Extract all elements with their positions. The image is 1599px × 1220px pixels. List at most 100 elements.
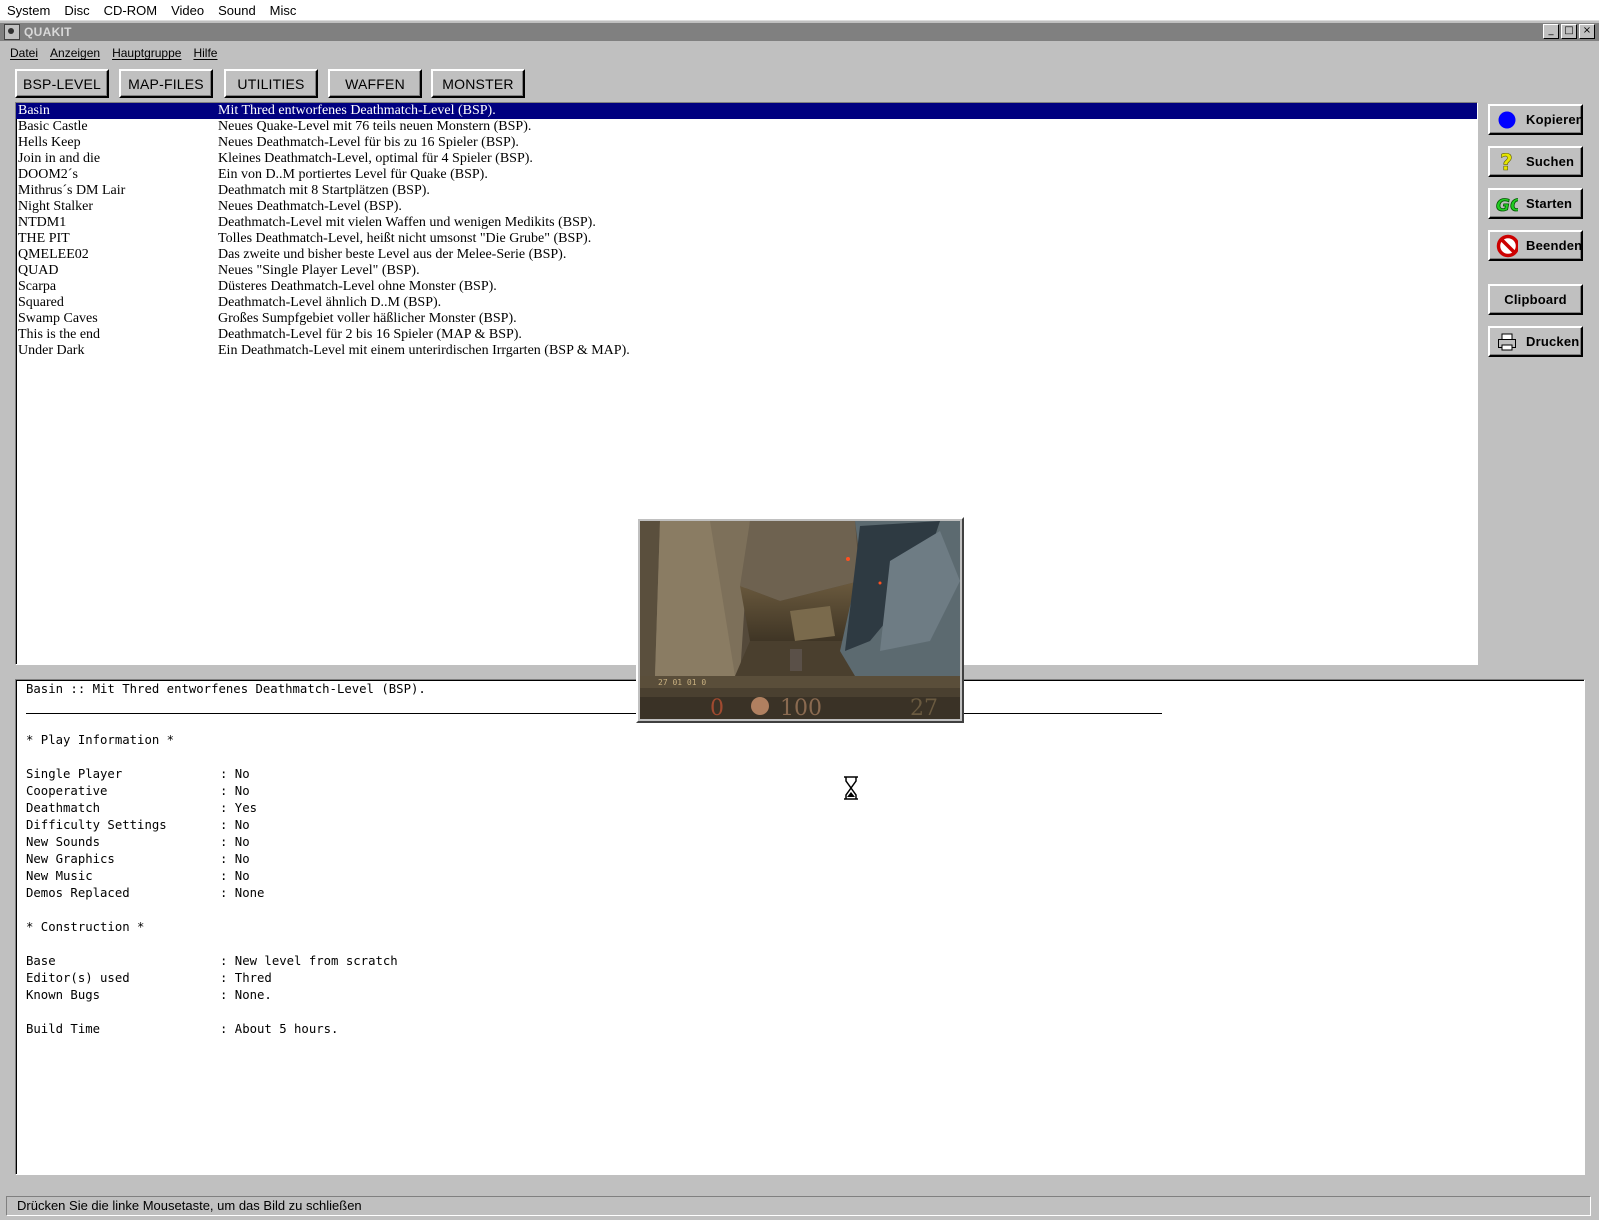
close-button[interactable]: ×	[1579, 24, 1595, 39]
construction-heading: * Construction *	[26, 920, 145, 934]
list-item[interactable]: Basic Castle Neues Quake-Level mit 76 tei…	[16, 119, 1477, 135]
level-name: Squared	[18, 295, 64, 310]
suchen-button[interactable]: ? Suchen	[1488, 146, 1583, 177]
list-item[interactable]: Under Dark Ein Deathmatch-Level mit einem…	[16, 343, 1477, 359]
level-name: Basin	[18, 103, 50, 118]
level-name: THE PIT	[18, 231, 70, 246]
list-item[interactable]: QUAD Neues "Single Player Level" (BSP).	[16, 263, 1477, 279]
level-description: Kleines Deathmatch-Level, optimal für 4 …	[218, 151, 533, 166]
list-item[interactable]: Mithrus´s DM Lair Deathmatch mit 8 Startp…	[16, 183, 1477, 199]
app-icon[interactable]	[4, 24, 20, 40]
detail-row: New Music: No	[26, 869, 250, 883]
details-divider	[26, 713, 1162, 714]
window-controls: _ □ ×	[1543, 24, 1595, 39]
detail-row: Single Player: No	[26, 767, 250, 781]
level-description: Ein Deathmatch-Level mit einem unterirdi…	[218, 343, 630, 358]
menu-video[interactable]: Video	[164, 3, 211, 18]
kopieren-button[interactable]: Kopieren	[1488, 104, 1584, 135]
detail-row: New Sounds: No	[26, 835, 250, 849]
tab-map-files[interactable]: MAP-FILES	[119, 69, 213, 98]
go-icon: GO	[1496, 194, 1518, 214]
drucken-label: Drucken	[1526, 334, 1580, 349]
level-description: Neues Deathmatch-Level (BSP).	[218, 199, 402, 214]
level-description: Deathmatch-Level für 2 bis 16 Spieler (M…	[218, 327, 522, 342]
level-name: Basic Castle	[18, 119, 88, 134]
drucken-button[interactable]: Drucken	[1488, 326, 1583, 357]
list-item[interactable]: Scarpa Düsteres Deathmatch-Level ohne Mon…	[16, 279, 1477, 295]
menu-sound[interactable]: Sound	[211, 3, 263, 18]
starten-label: Starten	[1526, 196, 1573, 211]
tab-utilities[interactable]: UTILITIES	[224, 69, 318, 98]
level-details: Basin :: Mit Thred entworfenes Deathmatc…	[15, 679, 1585, 1175]
list-item[interactable]: This is the end Deathmatch-Level für 2 bi…	[16, 327, 1477, 343]
menu-anzeigen[interactable]: Anzeigen	[44, 46, 106, 60]
list-item[interactable]: Hells Keep Neues Deathmatch-Level für bis…	[16, 135, 1477, 151]
level-name: QUAD	[18, 263, 59, 278]
kopieren-label: Kopieren	[1526, 112, 1584, 127]
svg-text:27 01 01 0: 27 01 01 0	[658, 678, 706, 687]
svg-text:GO: GO	[1496, 196, 1518, 214]
window-title-bar[interactable]: QUAKIT _ □ ×	[0, 23, 1599, 41]
detail-row: Editor(s) used: Thred	[26, 971, 272, 985]
blue-circle-icon	[1496, 110, 1518, 130]
level-description: Deathmatch-Level mit vielen Waffen und w…	[218, 215, 596, 230]
menu-disc[interactable]: Disc	[57, 3, 96, 18]
starten-button[interactable]: GO Starten	[1488, 188, 1583, 219]
details-header: Basin :: Mit Thred entworfenes Deathmatc…	[26, 682, 426, 696]
level-name: Under Dark	[18, 343, 85, 358]
list-item[interactable]: Squared Deathmatch-Level ähnlich D..M (BS…	[16, 295, 1477, 311]
hud-health: 100	[780, 696, 822, 719]
list-item[interactable]: THE PIT Tolles Deathmatch-Level, heißt ni…	[16, 231, 1477, 247]
beenden-button[interactable]: Beenden	[1488, 230, 1583, 261]
detail-row: Demos Replaced: None	[26, 886, 265, 900]
detail-row: New Graphics: No	[26, 852, 250, 866]
level-preview-image[interactable]: 27 01 01 0 0 100 27	[640, 521, 960, 719]
level-name: NTDM1	[18, 215, 67, 230]
tab-monster[interactable]: MONSTER	[431, 69, 525, 98]
level-name: Mithrus´s DM Lair	[18, 183, 126, 198]
level-name: DOOM2´s	[18, 167, 78, 182]
tab-bsp-level[interactable]: BSP-LEVEL	[15, 69, 109, 98]
detail-row: Base: New level from scratch	[26, 954, 398, 968]
tab-waffen[interactable]: WAFFEN	[328, 69, 422, 98]
detail-row: Known Bugs: None.	[26, 988, 272, 1002]
level-name: Hells Keep	[18, 135, 81, 150]
clipboard-button[interactable]: Clipboard	[1488, 284, 1583, 315]
list-item[interactable]: Night Stalker Neues Deathmatch-Level (BSP…	[16, 199, 1477, 215]
list-item[interactable]: NTDM1 Deathmatch-Level mit vielen Waffen …	[16, 215, 1477, 231]
menu-system[interactable]: System	[0, 3, 57, 18]
window-title: QUAKIT	[24, 25, 72, 39]
list-item[interactable]: Swamp Caves Großes Sumpfgebiet voller häß…	[16, 311, 1477, 327]
list-item[interactable]: DOOM2´s Ein von D..M portiertes Level für…	[16, 167, 1477, 183]
level-description: Ein von D..M portiertes Level für Quake …	[218, 167, 488, 182]
list-item[interactable]: Join in and die Kleines Deathmatch-Level,…	[16, 151, 1477, 167]
level-description: Deathmatch mit 8 Startplätzen (BSP).	[218, 183, 430, 198]
menu-datei[interactable]: Datei	[4, 46, 44, 60]
level-description: Deathmatch-Level ähnlich D..M (BSP).	[218, 295, 442, 310]
level-description: Mit Thred entworfenes Deathmatch-Level (…	[218, 103, 496, 118]
level-name: QMELEE02	[18, 247, 89, 262]
level-name: Swamp Caves	[18, 311, 98, 326]
printer-icon	[1496, 332, 1518, 352]
menu-hilfe[interactable]: Hilfe	[187, 46, 223, 60]
level-description: Großes Sumpfgebiet voller häßlicher Mons…	[218, 311, 517, 326]
hud-armor-icon: 0	[710, 696, 724, 719]
hud-ammo: 27	[910, 696, 938, 719]
detail-row: Difficulty Settings: No	[26, 818, 250, 832]
list-item[interactable]: Basin Mit Thred entworfenes Deathmatch-Le…	[16, 103, 1477, 119]
maximize-button[interactable]: □	[1561, 24, 1577, 39]
menu-hauptgruppe[interactable]: Hauptgruppe	[106, 46, 187, 60]
list-item[interactable]: QMELEE02 Das zweite und bisher beste Leve…	[16, 247, 1477, 263]
status-bar: Drücken Sie die linke Mousetaste, um das…	[6, 1196, 1591, 1216]
emulator-menu-bar: System Disc CD-ROM Video Sound Misc	[0, 0, 1599, 21]
minimize-button[interactable]: _	[1543, 24, 1559, 39]
app-menu-bar: Datei Anzeigen Hauptgruppe Hilfe	[4, 44, 223, 62]
level-description: Neues Deathmatch-Level für bis zu 16 Spi…	[218, 135, 519, 150]
menu-misc[interactable]: Misc	[263, 3, 304, 18]
level-description: Neues Quake-Level mit 76 teils neuen Mon…	[218, 119, 532, 134]
question-mark-icon: ?	[1496, 151, 1518, 173]
level-name: This is the end	[18, 327, 101, 342]
menu-cd-rom[interactable]: CD-ROM	[97, 3, 164, 18]
level-description: Düsteres Deathmatch-Level ohne Monster (…	[218, 279, 497, 294]
level-preview-popup[interactable]: 27 01 01 0 0 100 27	[636, 517, 964, 723]
